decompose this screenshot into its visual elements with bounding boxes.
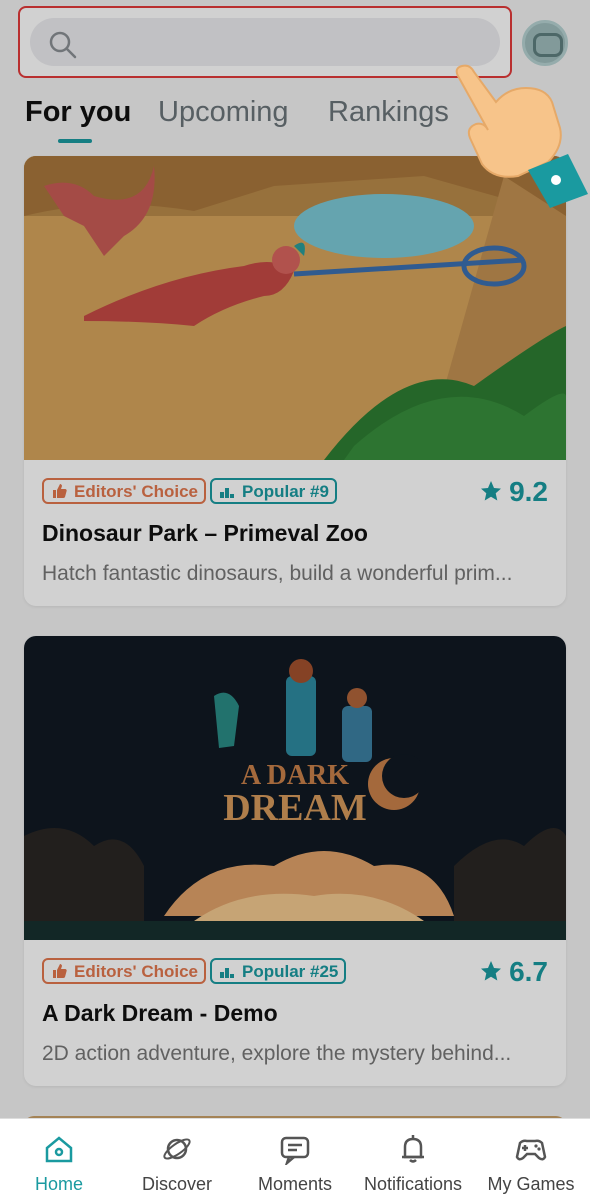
nav-home-label: Home — [34, 1174, 83, 1194]
tab-for-you[interactable]: For you — [25, 96, 131, 129]
nav-my-games[interactable]: My Games — [472, 1119, 590, 1200]
game-description: Hatch fantastic dinosaurs, build a wonde… — [42, 562, 513, 585]
search-input[interactable] — [86, 18, 486, 66]
game-card[interactable]: Editors' Choice Popular #9 9.2 Dinosaur … — [24, 156, 566, 606]
star-icon — [481, 481, 502, 501]
nav-moments-label: Moments — [257, 1174, 333, 1194]
moments-icon — [280, 1136, 310, 1165]
rating-value: 9.2 — [509, 476, 548, 507]
nav-discover-label: Discover — [141, 1174, 212, 1194]
thumbs-up-icon — [53, 964, 67, 978]
nav-moments[interactable]: Moments — [236, 1119, 354, 1200]
popular-rank-badge: Popular #25 — [210, 958, 347, 984]
tab-upcoming[interactable]: Upcoming — [158, 96, 289, 129]
game-title[interactable]: A Dark Dream - Demo — [42, 1000, 278, 1027]
editors-choice-label: Editors' Choice — [74, 962, 199, 981]
nav-notifications-label: Notifications — [363, 1174, 463, 1194]
bottom-navigation: Home Discover Moments Notifications My G… — [0, 1118, 590, 1200]
game-card[interactable]: A DARK DREAM Editors' Choice Popular #25… — [24, 636, 566, 1086]
game-banner-image[interactable]: A DARK DREAM — [24, 636, 566, 940]
bell-icon — [402, 1135, 424, 1163]
game-description: 2D action adventure, explore the mystery… — [42, 1042, 512, 1065]
editors-choice-badge: Editors' Choice — [42, 958, 207, 984]
popular-rank-badge: Popular #9 — [210, 478, 337, 504]
nav-notifications[interactable]: Notifications — [354, 1119, 472, 1200]
rating: 6.7 — [481, 956, 548, 988]
planet-icon — [163, 1138, 191, 1160]
editors-choice-label: Editors' Choice — [74, 482, 199, 501]
search-field[interactable] — [30, 18, 500, 66]
home-icon — [45, 1136, 73, 1163]
active-tab-indicator — [58, 139, 92, 143]
tab-rankings[interactable]: Rankings — [328, 96, 449, 129]
editors-choice-badge: Editors' Choice — [42, 478, 207, 504]
nav-home[interactable]: Home — [0, 1119, 118, 1200]
search-bar-highlight[interactable] — [18, 6, 512, 78]
rating-value: 6.7 — [509, 956, 548, 987]
nav-discover[interactable]: Discover — [118, 1119, 236, 1200]
pointing-hand-icon — [455, 64, 588, 208]
gamepad-icon — [515, 1139, 547, 1161]
star-icon — [481, 961, 502, 981]
nav-my-games-label: My Games — [487, 1174, 575, 1194]
thumbs-up-icon — [53, 484, 67, 498]
rating: 9.2 — [481, 476, 548, 508]
podium-icon — [220, 488, 234, 498]
banner-title-bottom: DREAM — [223, 787, 367, 829]
search-icon — [49, 31, 77, 59]
popular-rank-label: Popular #25 — [242, 962, 339, 981]
podium-icon — [220, 968, 234, 978]
popular-rank-label: Popular #9 — [242, 482, 329, 501]
game-title[interactable]: Dinosaur Park – Primeval Zoo — [42, 520, 368, 547]
